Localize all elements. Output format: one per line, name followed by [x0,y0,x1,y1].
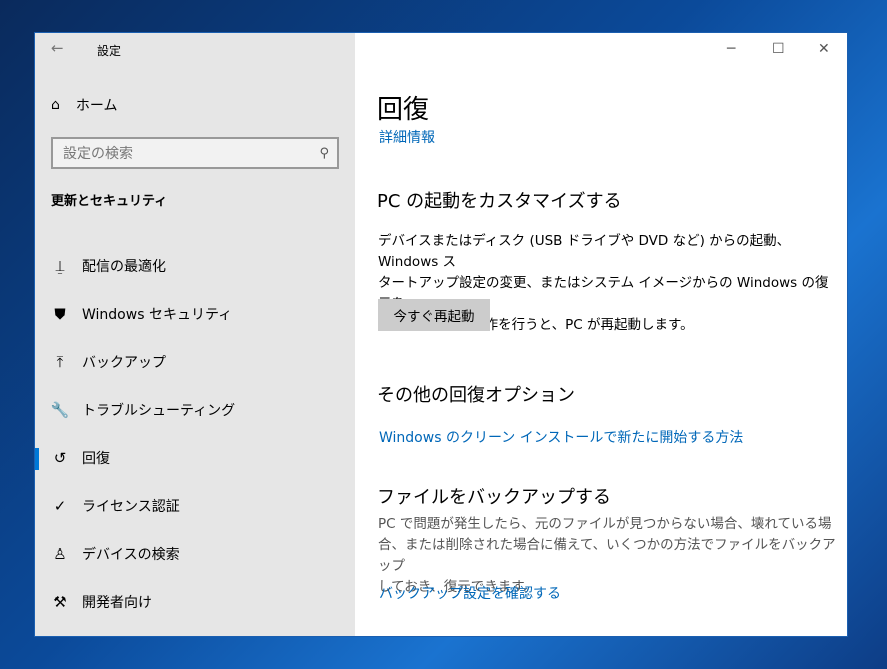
search-input[interactable]: 設定の検索 ⚲ [51,137,339,169]
section-heading: 更新とセキュリティ [51,194,168,209]
minimize-button[interactable]: ─ [727,41,735,57]
other-options-heading: その他の回復オプション [377,385,575,406]
search-placeholder: 設定の検索 [63,146,133,162]
sidebar-item[interactable]: ✓ ライセンス認証 [35,486,355,526]
content-pane: ─ ☐ ✕ 回復 詳細情報 PC の起動をカスタマイズする デバイスまたはディス… [355,33,847,636]
sidebar-item-label: ライセンス認証 [82,499,180,515]
sidebar-item-label: バックアップ [82,355,166,371]
check-circle-icon: ✓ [53,497,67,515]
delivery-optimization-icon: ⍊ [55,257,65,275]
settings-window: ← 設定 ⌂ ホーム 設定の検索 ⚲ 更新とセキュリティ ⍊ 配信の最適化 ⛊ Win… [35,33,847,636]
sidebar-item-label: トラブルシューティング [82,403,236,419]
wrench-icon: 🔧 [50,401,70,419]
text-line: PC で問題が発生したら、元のファイルが見つからない場合、壊れている場 [378,516,832,532]
details-link[interactable]: 詳細情報 [379,127,435,147]
shield-icon: ⛊ [54,305,66,323]
clean-install-link[interactable]: Windows のクリーン インストールで新たに開始する方法 [379,427,743,447]
backup-arrow-icon: ⤒ [56,353,64,371]
page-title: 回復 [377,95,430,125]
window-title: 設定 [97,44,122,58]
sidebar-item[interactable]: ♙ デバイスの検索 [35,534,355,574]
sidebar-item-label: 開発者向け [82,595,152,611]
developer-tools-icon: ⚒ [53,593,67,611]
sidebar-item[interactable]: ⍊ 配信の最適化 [35,246,355,286]
sidebar-item[interactable]: 🔧 トラブルシューティング [35,390,355,430]
home-label: ホーム [75,98,118,114]
history-icon: ↺ [53,449,67,467]
sidebar-item-label: 回復 [82,451,110,467]
sidebar-item-label: デバイスの検索 [82,547,180,563]
text-line: 合、または削除された場合に備えて、いくつかの方法でファイルをバックアップ [378,537,836,574]
sidebar-item-label: 配信の最適化 [82,259,166,275]
backup-settings-link[interactable]: バックアップ設定を確認する [379,583,561,603]
home-icon: ⌂ [51,97,60,113]
startup-heading: PC の起動をカスタマイズする [377,191,622,212]
sidebar-item-home[interactable]: ⌂ ホーム [51,95,117,115]
sidebar-item[interactable]: ⚒ 開発者向け [35,582,355,622]
sidebar-item-label: Windows セキュリティ [82,307,233,323]
back-button[interactable]: ← [51,39,64,57]
backup-heading: ファイルをバックアップする [377,487,611,508]
search-icon: ⚲ [319,145,329,161]
maximize-button[interactable]: ☐ [772,41,785,57]
sidebar: ← 設定 ⌂ ホーム 設定の検索 ⚲ 更新とセキュリティ ⍊ 配信の最適化 ⛊ Win… [35,33,355,636]
restart-now-button[interactable]: 今すぐ再起動 [378,299,490,331]
sidebar-item[interactable]: ⤒ バックアップ [35,342,355,382]
find-device-icon: ♙ [53,545,67,563]
close-button[interactable]: ✕ [818,41,830,57]
text-line: デバイスまたはディスク (USB ドライブや DVD など) からの起動、Win… [378,233,791,270]
sidebar-item[interactable]: ↺ 回復 [35,438,355,478]
sidebar-item[interactable]: ⛊ Windows セキュリティ [35,294,355,334]
